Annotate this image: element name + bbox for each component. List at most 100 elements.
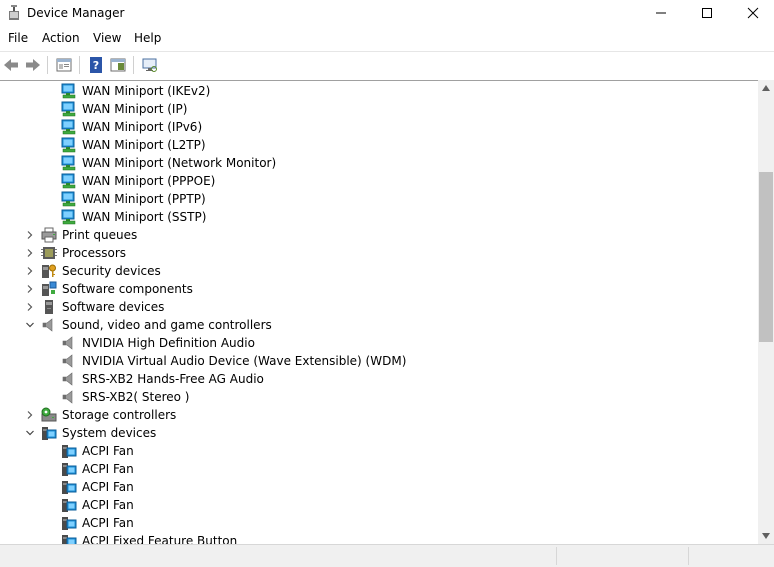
tree-category[interactable]: Print queues: [41, 226, 137, 244]
system-device-icon: [61, 497, 77, 513]
menu-action[interactable]: Action: [42, 31, 80, 45]
chevron-right-icon[interactable]: [24, 406, 36, 424]
tree-item-label: Print queues: [62, 228, 138, 242]
tree-category[interactable]: Security devices: [41, 262, 161, 280]
update-driver-icon: [110, 58, 126, 72]
tree-item-label: Processors: [62, 246, 127, 260]
tree-category[interactable]: Sound, video and game controllers: [41, 316, 272, 334]
back-button[interactable]: [2, 56, 20, 74]
tree-item-label: ACPI Fan: [82, 444, 134, 458]
tree-item[interactable]: WAN Miniport (IPv6): [61, 118, 202, 136]
tree-item-label: WAN Miniport (Network Monitor): [82, 156, 277, 170]
tree-item-label: WAN Miniport (IKEv2): [82, 84, 211, 98]
tree-category[interactable]: Software components: [41, 280, 193, 298]
chevron-right-icon[interactable]: [24, 244, 36, 262]
title-bar: Device Manager: [0, 0, 774, 28]
tree-item-label: ACPI Fan: [82, 462, 134, 476]
tree-item[interactable]: ACPI Fan: [61, 478, 134, 496]
tree-item[interactable]: WAN Miniport (IKEv2): [61, 82, 210, 100]
tree-category[interactable]: Software devices: [41, 298, 164, 316]
toolbar-separator: [79, 56, 80, 74]
speaker-icon: [61, 353, 77, 369]
tree-item-label: WAN Miniport (IP): [82, 102, 188, 116]
properties-icon: [56, 58, 72, 72]
status-pane: [556, 547, 689, 565]
tree-item[interactable]: ACPI Fan: [61, 460, 134, 478]
toolbar-separator: [47, 56, 48, 74]
menu-view[interactable]: View: [93, 31, 121, 45]
chevron-down-icon[interactable]: [24, 316, 36, 334]
tree-item[interactable]: WAN Miniport (PPTP): [61, 190, 206, 208]
tree-category[interactable]: System devices: [41, 424, 156, 442]
tree-item[interactable]: ACPI Fan: [61, 442, 134, 460]
scan-hardware-button[interactable]: [141, 56, 159, 74]
tree-item[interactable]: WAN Miniport (IP): [61, 100, 187, 118]
tree-category[interactable]: Processors: [41, 244, 126, 262]
tree-item[interactable]: SRS-XB2 Hands-Free AG Audio: [61, 370, 264, 388]
monitor-icon: [142, 58, 157, 72]
tree-item[interactable]: SRS-XB2( Stereo ): [61, 388, 189, 406]
tree-expander[interactable]: [24, 406, 36, 424]
chevron-right-icon[interactable]: [24, 298, 36, 316]
device-tree[interactable]: WAN Miniport (IKEv2) WAN Miniport (IP) WAN…: [0, 80, 758, 545]
tree-item[interactable]: WAN Miniport (SSTP): [61, 208, 206, 226]
tree-item[interactable]: WAN Miniport (Network Monitor): [61, 154, 276, 172]
update-driver-button[interactable]: [109, 56, 127, 74]
system-device-icon: [61, 479, 77, 495]
speaker-icon: [41, 317, 57, 333]
network-adapter-icon: [61, 155, 77, 171]
tree-item[interactable]: ACPI Fan: [61, 496, 134, 514]
network-adapter-icon: [61, 191, 77, 207]
chevron-down-icon[interactable]: [24, 424, 36, 442]
close-button[interactable]: [730, 0, 774, 26]
status-pane: [688, 547, 759, 565]
forward-button[interactable]: [24, 56, 42, 74]
tree-item-label: SRS-XB2( Stereo ): [82, 390, 190, 404]
speaker-icon: [61, 371, 77, 387]
minimize-button[interactable]: [638, 0, 684, 26]
tree-item-label: WAN Miniport (L2TP): [82, 138, 206, 152]
show-hide-console-tree-button[interactable]: [55, 56, 73, 74]
processor-icon: [41, 245, 57, 261]
tree-item[interactable]: NVIDIA High Definition Audio: [61, 334, 255, 352]
system-device-icon: [61, 443, 77, 459]
tree-expander[interactable]: [24, 262, 36, 280]
tree-expander[interactable]: [24, 298, 36, 316]
tree-item-label: WAN Miniport (PPPOE): [82, 174, 216, 188]
network-adapter-icon: [61, 209, 77, 225]
scroll-down-button[interactable]: [758, 528, 774, 544]
tree-expander[interactable]: [24, 226, 36, 244]
printer-icon: [41, 227, 57, 243]
tree-item[interactable]: WAN Miniport (L2TP): [61, 136, 206, 154]
tree-item[interactable]: NVIDIA Virtual Audio Device (Wave Extens…: [61, 352, 406, 370]
tree-item-label: Security devices: [62, 264, 161, 278]
tree-item-label: System devices: [62, 426, 157, 440]
chevron-down-icon: [762, 533, 770, 539]
tree-item-label: Software components: [62, 282, 193, 296]
chevron-right-icon[interactable]: [24, 226, 36, 244]
tree-expander[interactable]: [24, 244, 36, 262]
tree-item[interactable]: ACPI Fan: [61, 514, 134, 532]
chevron-right-icon[interactable]: [24, 262, 36, 280]
system-device-icon: [41, 425, 57, 441]
tree-expander[interactable]: [24, 424, 36, 442]
scroll-up-button[interactable]: [758, 80, 774, 96]
tree-expander[interactable]: [24, 316, 36, 334]
menu-file[interactable]: File: [8, 31, 28, 45]
scroll-thumb[interactable]: [759, 172, 773, 342]
tree-expander[interactable]: [24, 280, 36, 298]
tree-category[interactable]: Storage controllers: [41, 406, 176, 424]
tree-item-label: Software devices: [62, 300, 165, 314]
maximize-button[interactable]: [684, 0, 730, 26]
menu-help[interactable]: Help: [134, 31, 161, 45]
tree-item-label: ACPI Fan: [82, 498, 134, 512]
vertical-scrollbar[interactable]: [758, 80, 774, 544]
tree-item[interactable]: WAN Miniport (PPPOE): [61, 172, 215, 190]
network-adapter-icon: [61, 101, 77, 117]
storage-controller-icon: [41, 407, 57, 423]
system-device-icon: [61, 461, 77, 477]
security-device-icon: [41, 263, 57, 279]
tree-item-label: Storage controllers: [62, 408, 177, 422]
help-button[interactable]: ?: [87, 56, 105, 74]
chevron-right-icon[interactable]: [24, 280, 36, 298]
